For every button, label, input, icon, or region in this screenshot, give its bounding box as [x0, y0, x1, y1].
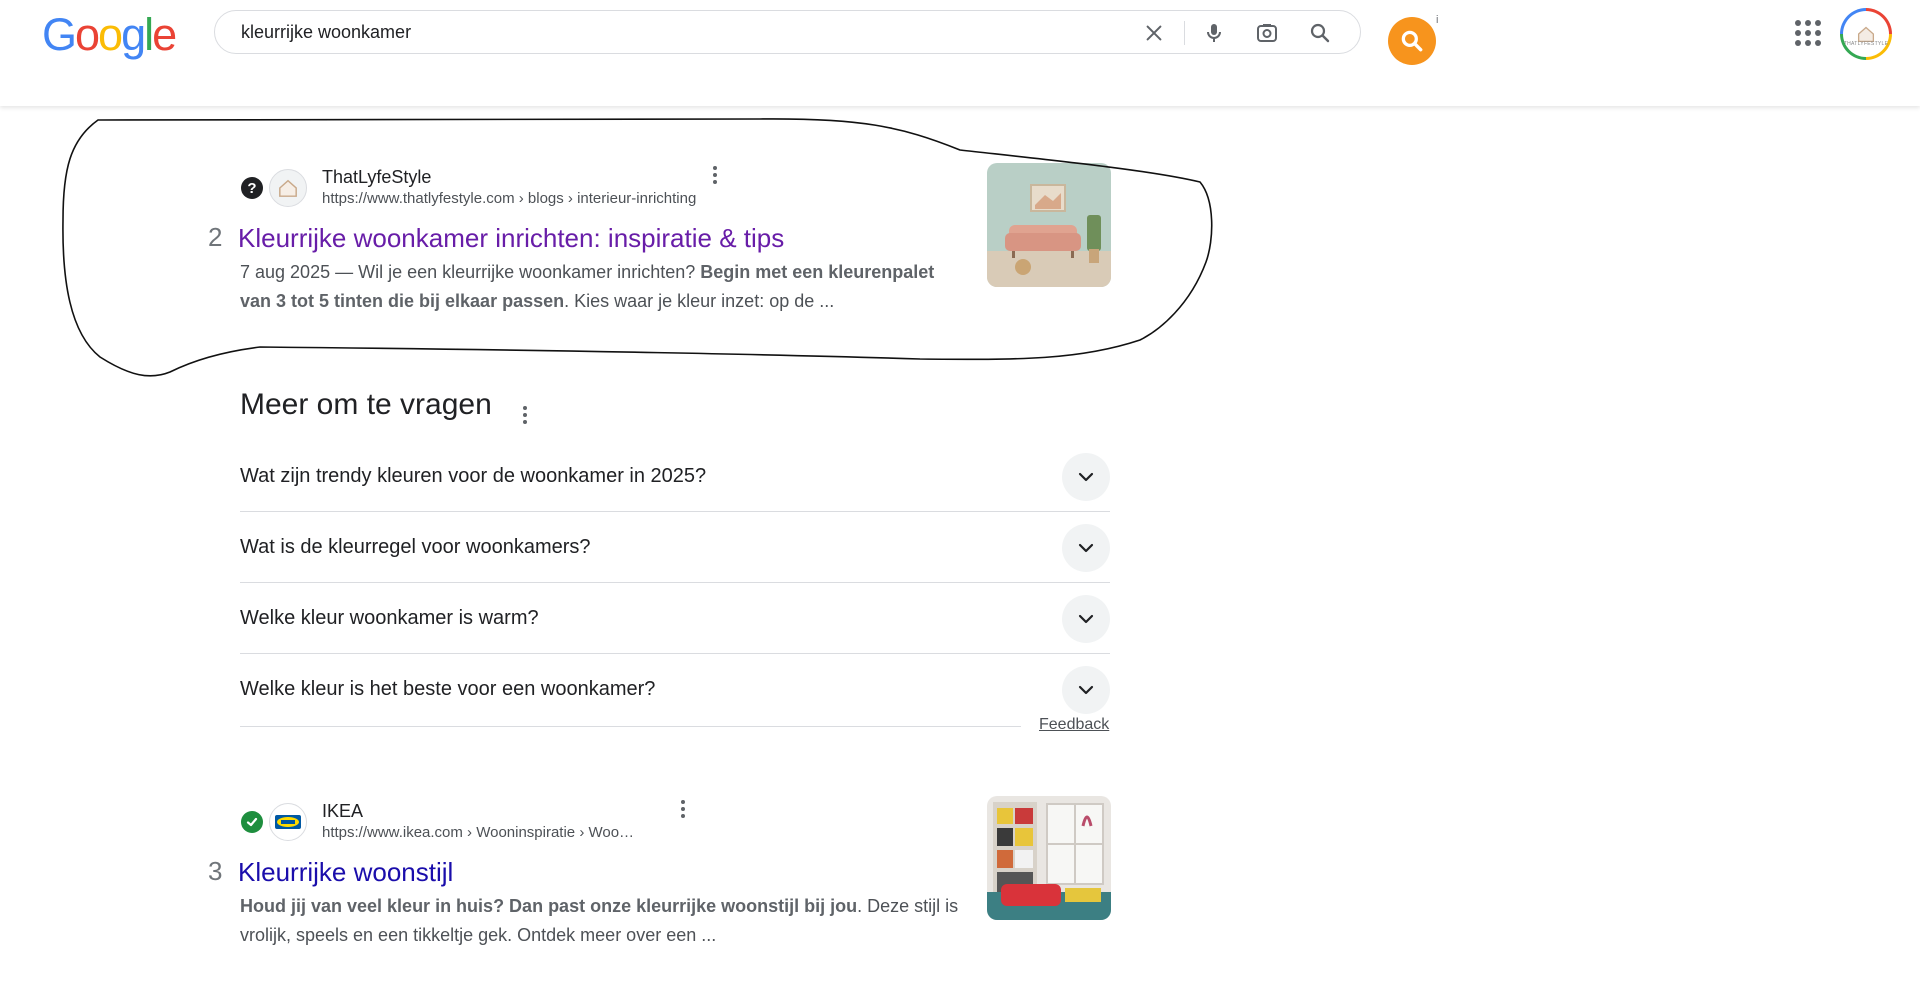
result-site-row[interactable]: IKEA https://www.ikea.com › Wooninspirat…: [241, 800, 634, 844]
extension-info[interactable]: i: [1436, 14, 1438, 26]
more-options-icon[interactable]: [522, 406, 528, 424]
ikea-logo-icon: [269, 803, 307, 841]
result-title-link[interactable]: Kleurrijke woonkamer inrichten: inspirat…: [238, 222, 784, 254]
snippet-highlight: Houd jij van veel kleur in huis? Dan pas…: [240, 896, 858, 916]
paa-question[interactable]: Welke kleur woonkamer is warm?: [240, 583, 1110, 654]
logo-letter: G: [42, 9, 77, 60]
paa-question-text: Welke kleur is het beste voor een woonka…: [240, 678, 656, 700]
result-number: 2: [208, 222, 223, 252]
paa-question-text: Welke kleur woonkamer is warm?: [240, 606, 539, 629]
result-title-link[interactable]: Kleurrijke woonstijl: [238, 856, 453, 888]
paa-question[interactable]: Welke kleur is het beste voor een woonka…: [240, 654, 1110, 725]
result-thumbnail[interactable]: [987, 796, 1111, 920]
paa-question[interactable]: Wat is de kleurregel voor woonkamers?: [240, 512, 1110, 583]
snippet-text: . Kies waar je kleur inzet: op de ...: [564, 291, 835, 311]
paa-list: Wat zijn trendy kleuren voor de woonkame…: [240, 441, 1110, 725]
chevron-down-icon[interactable]: [1062, 666, 1110, 714]
apps-grid-icon[interactable]: [1795, 20, 1821, 46]
more-options-icon[interactable]: [680, 800, 686, 818]
search-box: [214, 10, 1361, 54]
logo-letter: e: [152, 9, 177, 60]
feedback-link[interactable]: Feedback: [1039, 716, 1109, 734]
result-number: 3: [208, 856, 223, 886]
result-snippet: 7 aug 2025 — Wil je een kleurrijke woonk…: [240, 258, 935, 316]
avatar[interactable]: THATLYFESTYLE: [1840, 8, 1892, 60]
search-divider: [1184, 21, 1185, 45]
header-bar: G o o g l e i THATLYFESTYLE: [0, 0, 1920, 106]
result-site-row[interactable]: ? ThatLyfeStyle https://www.thatlyfestyl…: [241, 166, 696, 210]
close-icon[interactable]: [1139, 18, 1169, 48]
logo-letter: o: [98, 9, 123, 60]
logo-letter: o: [75, 9, 100, 60]
check-icon[interactable]: [241, 811, 263, 833]
extension-search-button[interactable]: [1388, 17, 1436, 65]
result-site-name: IKEA: [322, 801, 364, 821]
result-thumbnail[interactable]: [987, 163, 1111, 287]
paa-question-text: Wat is de kleurregel voor woonkamers?: [240, 535, 591, 558]
result-date: 7 aug 2025 —: [240, 262, 359, 282]
chevron-down-icon[interactable]: [1062, 595, 1110, 643]
house-icon: [269, 169, 307, 207]
result-url: https://www.thatlyfestyle.com › blogs › …: [322, 190, 697, 207]
result-site-name: ThatLyfeStyle: [322, 167, 432, 187]
paa-title: Meer om te vragen: [240, 387, 528, 428]
result-url: https://www.ikea.com › Wooninspiratie › …: [322, 824, 635, 841]
result-snippet: Houd jij van veel kleur in huis? Dan pas…: [240, 892, 960, 950]
paa-question[interactable]: Wat zijn trendy kleuren voor de woonkame…: [240, 441, 1110, 512]
paa-question-text: Wat zijn trendy kleuren voor de woonkame…: [240, 464, 707, 487]
snippet-text: Wil je een kleurrijke woonkamer inrichte…: [358, 262, 701, 282]
search-icon[interactable]: [1305, 18, 1335, 48]
chevron-down-icon[interactable]: [1062, 524, 1110, 572]
camera-lens-icon[interactable]: [1252, 18, 1282, 48]
logo-letter: l: [144, 9, 154, 60]
search-input[interactable]: [241, 11, 1091, 53]
feedback-divider: [240, 726, 1021, 727]
search-icon: [1401, 30, 1423, 52]
logo-letter: g: [121, 9, 146, 60]
more-options-icon[interactable]: [712, 166, 718, 184]
question-icon[interactable]: ?: [241, 177, 263, 199]
avatar-brand: THATLYFESTYLE: [1843, 41, 1889, 47]
paa-title-text: Meer om te vragen: [240, 388, 492, 421]
google-logo[interactable]: G o o g l e: [42, 9, 177, 60]
mic-icon[interactable]: [1199, 18, 1229, 48]
chevron-down-icon[interactable]: [1062, 453, 1110, 501]
